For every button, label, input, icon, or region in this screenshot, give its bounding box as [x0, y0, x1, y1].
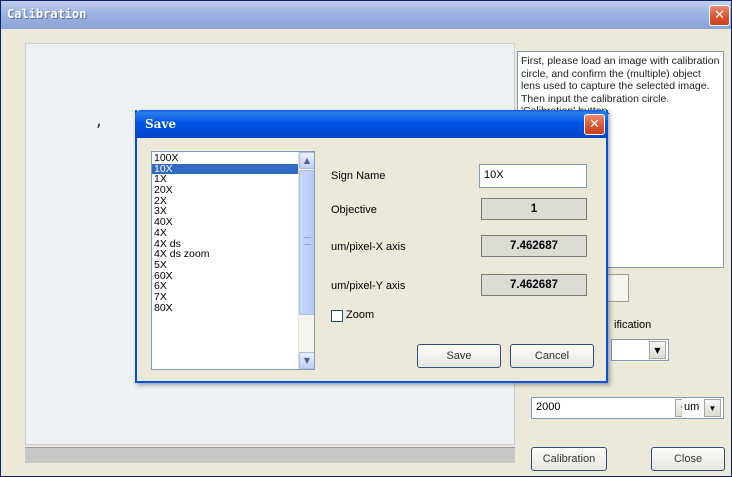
- scroll-up-icon[interactable]: ▲: [299, 152, 314, 169]
- list-item[interactable]: 4X: [152, 228, 314, 239]
- x-axis-value: 7.462687: [481, 235, 587, 257]
- list-scrollbar[interactable]: ▲ ▼: [298, 152, 314, 369]
- x-axis-label: um/pixel-X axis: [331, 241, 406, 253]
- unit-select[interactable]: um ▼: [682, 397, 724, 419]
- zoom-label: Zoom: [346, 309, 375, 321]
- sign-name-label: Sign Name: [331, 170, 386, 182]
- calibration-window-title: Calibration: [7, 7, 87, 21]
- list-item[interactable]: 40X: [152, 217, 314, 228]
- circle-size-value: 2000: [536, 401, 561, 413]
- scroll-down-icon[interactable]: ▼: [299, 352, 314, 369]
- magnification-label: ification: [614, 319, 652, 331]
- circle-size-select[interactable]: 2000 ▼: [531, 397, 695, 419]
- list-item[interactable]: 6X: [152, 281, 314, 292]
- unit-value: um: [684, 401, 700, 413]
- zoom-checkbox[interactable]: [331, 310, 343, 322]
- scroll-thumb[interactable]: [299, 170, 314, 315]
- objective-value: 1: [481, 198, 587, 220]
- close-icon[interactable]: ✕: [584, 114, 605, 135]
- sign-name-value: 10X: [484, 169, 504, 181]
- list-item[interactable]: 2X: [152, 196, 314, 207]
- objective-list-items: 100X 10X 1X 20X 2X 3X 40X 4X 4X ds 4X ds zoom 5X 60…: [152, 152, 314, 313]
- close-icon[interactable]: ✕: [709, 5, 730, 26]
- list-item[interactable]: 60X: [152, 270, 314, 282]
- calibration-title-bar[interactable]: Calibration ✕: [1, 1, 731, 29]
- calibration-circle-mark: ,: [96, 110, 102, 131]
- chevron-down-icon[interactable]: ▼: [704, 399, 721, 417]
- save-dialog: Save ✕ 100X 10X 1X 20X 2X 3X 40X 4X 4X ds 4X ds z…: [135, 110, 608, 383]
- grip-icon: [304, 237, 311, 245]
- y-axis-value: 7.462687: [481, 274, 587, 296]
- list-item[interactable]: 5X: [152, 260, 314, 271]
- load-image-button[interactable]: [605, 274, 629, 302]
- save-button[interactable]: Save: [417, 344, 501, 368]
- y-axis-label: um/pixel-Y axis: [331, 280, 406, 292]
- list-item[interactable]: 4X ds zoom: [152, 249, 314, 260]
- list-item[interactable]: 3X: [152, 206, 314, 217]
- cancel-button[interactable]: Cancel: [510, 344, 594, 368]
- list-item[interactable]: 20X: [152, 185, 314, 196]
- chevron-down-icon[interactable]: ▼: [649, 341, 666, 359]
- save-dialog-title: Save: [145, 117, 177, 131]
- close-button[interactable]: Close: [651, 447, 725, 471]
- calibration-button[interactable]: Calibration: [531, 447, 607, 471]
- magnification-select[interactable]: ▼: [611, 339, 669, 361]
- list-item[interactable]: 7X: [152, 292, 314, 303]
- sign-name-field[interactable]: 10X: [479, 164, 587, 188]
- save-dialog-title-bar[interactable]: Save ✕: [135, 110, 608, 138]
- list-item[interactable]: 1X: [152, 174, 314, 185]
- image-scrollbar-strip[interactable]: [25, 447, 515, 463]
- objective-list[interactable]: 100X 10X 1X 20X 2X 3X 40X 4X 4X ds 4X ds zoom 5X 60…: [151, 151, 315, 370]
- objective-label: Objective: [331, 204, 377, 216]
- list-item[interactable]: 10X: [152, 163, 314, 175]
- list-item[interactable]: 100X: [152, 153, 314, 164]
- list-item[interactable]: 80X: [152, 302, 314, 314]
